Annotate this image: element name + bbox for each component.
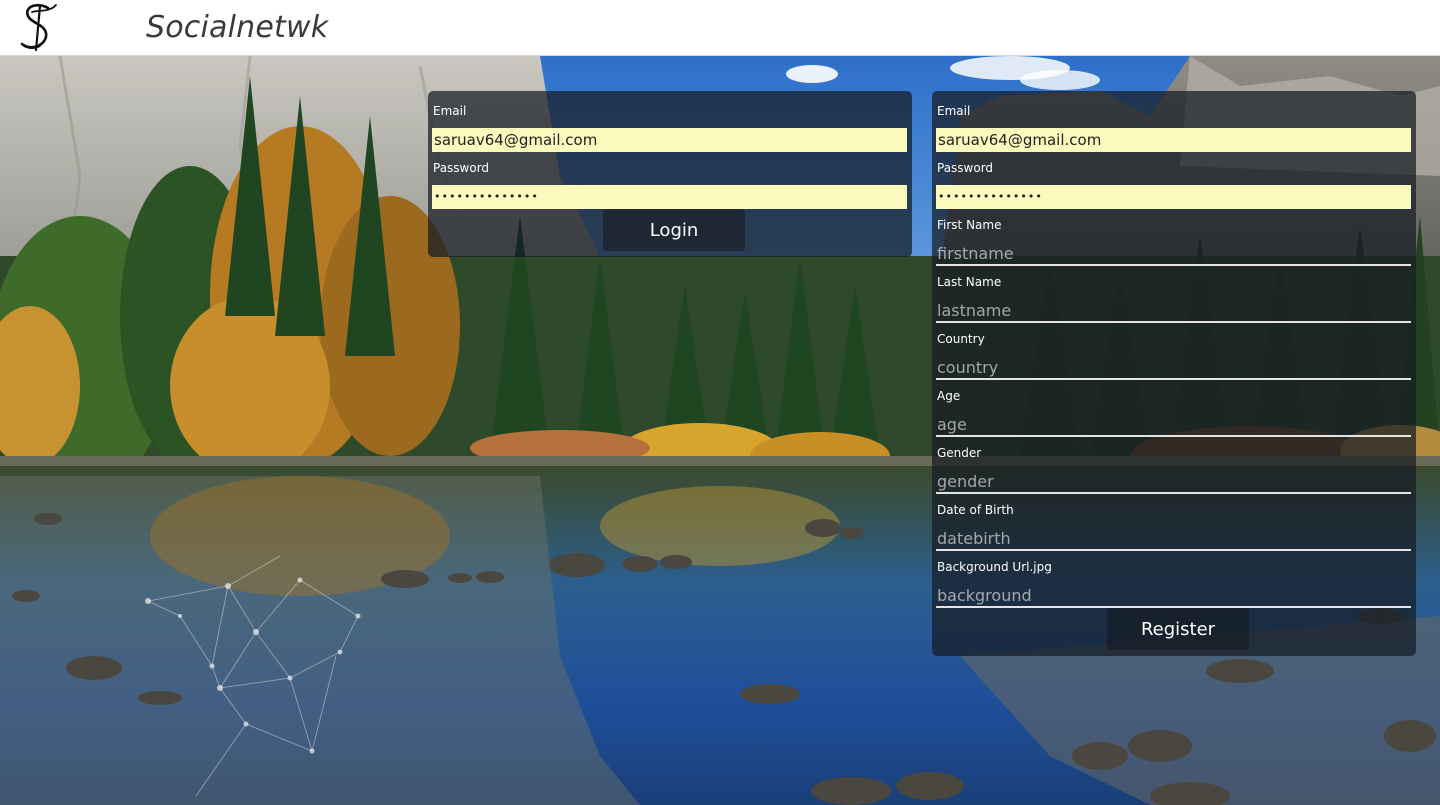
brand-title[interactable]: Socialnetwk xyxy=(146,10,328,45)
register-button[interactable]: Register xyxy=(1107,608,1249,650)
cursive-s-logo-icon[interactable] xyxy=(18,2,60,54)
register-email-input[interactable] xyxy=(936,128,1411,152)
first-name-label: First Name xyxy=(937,218,1002,232)
date-of-birth-label: Date of Birth xyxy=(937,503,1014,517)
country-label: Country xyxy=(937,332,985,346)
last-name-input[interactable] xyxy=(936,299,1411,323)
login-email-label: Email xyxy=(433,104,467,118)
login-password-input[interactable] xyxy=(432,185,907,209)
gender-input[interactable] xyxy=(936,470,1411,494)
login-password-label: Password xyxy=(433,161,490,175)
register-password-input[interactable] xyxy=(936,185,1411,209)
register-email-label: Email xyxy=(937,104,971,118)
last-name-label: Last Name xyxy=(937,275,1002,289)
age-label: Age xyxy=(937,389,961,403)
top-navbar: Socialnetwk xyxy=(0,0,1440,56)
gender-label: Gender xyxy=(937,446,982,460)
register-form: Email Password First Name Last Name Coun… xyxy=(932,91,1416,656)
login-form: Email Password Login xyxy=(428,91,912,257)
login-button[interactable]: Login xyxy=(603,209,745,251)
register-password-label: Password xyxy=(937,161,994,175)
background-url-input[interactable] xyxy=(936,584,1411,608)
background-url-label: Background Url.jpg xyxy=(937,560,1052,574)
login-email-input[interactable] xyxy=(432,128,907,152)
date-of-birth-input[interactable] xyxy=(936,527,1411,551)
country-input[interactable] xyxy=(936,356,1411,380)
first-name-input[interactable] xyxy=(936,242,1411,266)
age-input[interactable] xyxy=(936,413,1411,437)
